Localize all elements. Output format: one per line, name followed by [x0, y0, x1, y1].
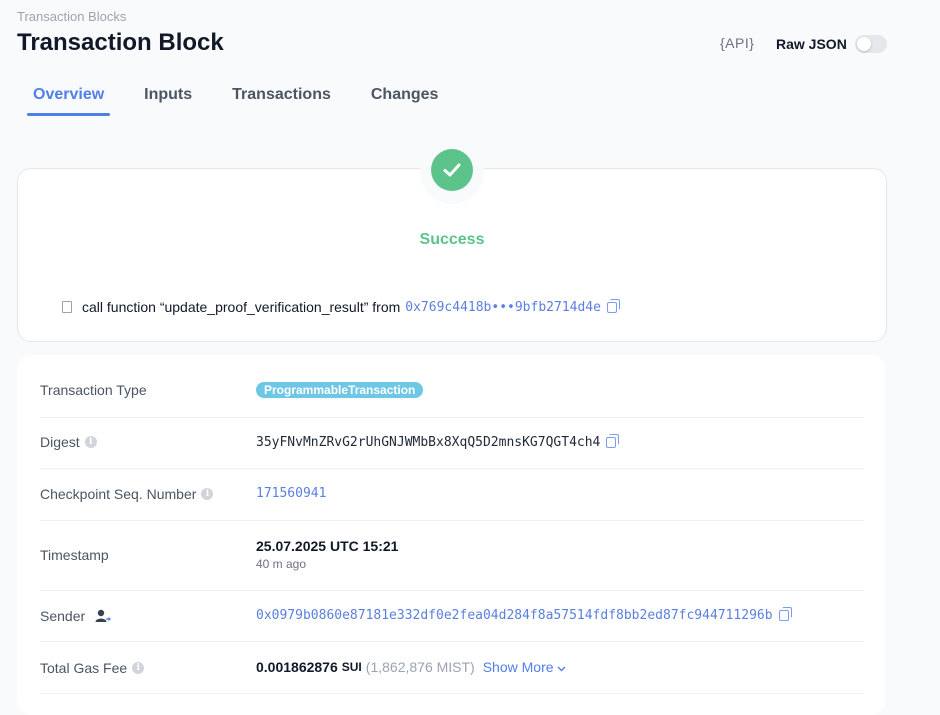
- page-title: Transaction Block: [17, 29, 224, 56]
- call-summary: call function “update_proof_verification…: [62, 298, 620, 315]
- toggle-knob: [857, 37, 871, 51]
- copy-icon[interactable]: [778, 607, 792, 621]
- info-icon[interactable]: i: [132, 662, 145, 674]
- info-icon[interactable]: i: [201, 488, 214, 500]
- raw-json-label: Raw JSON: [776, 36, 847, 52]
- tab-inputs[interactable]: Inputs: [138, 84, 198, 114]
- row-digest: Digest i 35yFNvMnZRvG2rUhGNJWMbBx8XqQ5D2…: [40, 417, 864, 469]
- gas-fee-label: Total Gas Fee: [40, 660, 128, 676]
- info-icon[interactable]: i: [84, 436, 97, 448]
- digest-label: Digest: [40, 434, 80, 450]
- timestamp-value: 25.07.2025 UTC 15:21: [256, 538, 399, 554]
- digest-value: 35yFNvMnZRvG2rUhGNJWMbBx8XqQ5D2mnsKG7QGT…: [256, 435, 601, 450]
- chevron-down-icon: [557, 666, 566, 672]
- show-more-label: Show More: [482, 659, 554, 675]
- checkpoint-label: Checkpoint Seq. Number: [40, 486, 197, 502]
- transaction-type-badge: ProgrammableTransaction: [256, 382, 424, 398]
- tab-transactions[interactable]: Transactions: [226, 84, 337, 114]
- tab-bar: Overview Inputs Transactions Changes: [27, 84, 472, 116]
- gas-fee-mist: (1,862,876 MIST): [365, 659, 475, 675]
- timestamp-label: Timestamp: [40, 547, 109, 563]
- row-checkpoint: Checkpoint Seq. Number i 171560941: [40, 468, 864, 521]
- gas-fee-unit: SUI: [341, 660, 362, 674]
- row-sender: Sender 0x0979b0860e87181e332df0e2fea04d2…: [40, 590, 864, 642]
- show-more-button[interactable]: Show More: [483, 659, 567, 675]
- details-panel: Transaction Type ProgrammableTransaction…: [17, 355, 885, 715]
- row-gas-fee: Total Gas Fee i 0.001862876 SUI (1,862,8…: [40, 641, 864, 694]
- copy-icon[interactable]: [606, 434, 620, 448]
- api-link[interactable]: {API}: [720, 35, 754, 51]
- raw-json-toggle[interactable]: [855, 35, 887, 53]
- tab-changes[interactable]: Changes: [365, 84, 445, 114]
- success-check-icon: [431, 149, 473, 191]
- document-icon: [62, 301, 72, 313]
- sender-address-link[interactable]: 0x0979b0860e87181e332df0e2fea04d284f8a57…: [256, 608, 773, 623]
- call-text: call function “update_proof_verification…: [82, 299, 401, 315]
- user-icon: [95, 609, 112, 622]
- tab-overview[interactable]: Overview: [27, 84, 111, 116]
- row-transaction-type: Transaction Type ProgrammableTransaction: [40, 355, 864, 418]
- transaction-type-label: Transaction Type: [40, 382, 147, 398]
- status-label: Success: [419, 231, 485, 248]
- copy-icon[interactable]: [606, 298, 620, 313]
- timestamp-relative: 40 m ago: [256, 557, 307, 571]
- sender-label: Sender: [40, 608, 86, 624]
- breadcrumb[interactable]: Transaction Blocks: [17, 9, 126, 24]
- checkpoint-link[interactable]: 171560941: [256, 486, 326, 501]
- gas-fee-value: 0.001862876: [256, 659, 338, 675]
- call-address-link[interactable]: 0x769c4418b•••9bfb2714d4e: [405, 300, 601, 315]
- row-timestamp: Timestamp 25.07.2025 UTC 15:21 40 m ago: [40, 520, 864, 591]
